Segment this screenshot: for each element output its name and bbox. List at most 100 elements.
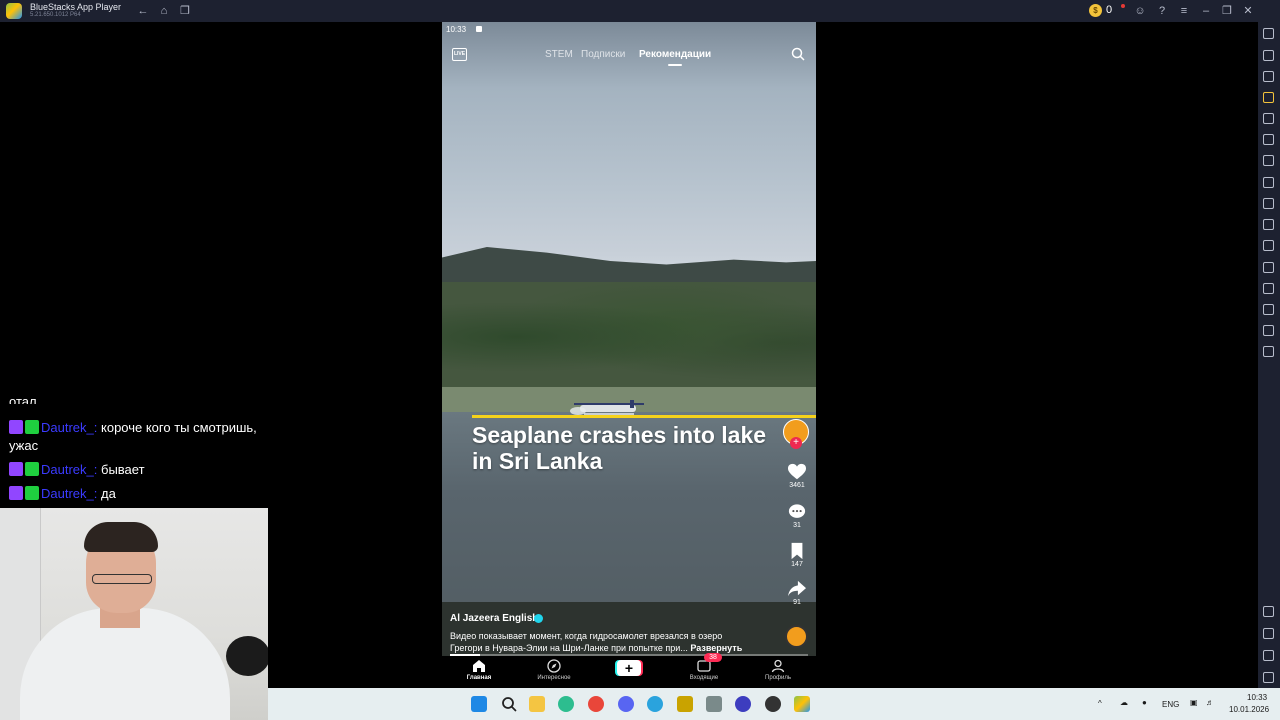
phone-screen[interactable]: 10:33 LIVE STEM Подписки Рекомендации Se… (442, 22, 816, 688)
edge-icon[interactable] (558, 696, 574, 712)
eco-mode-icon[interactable] (1263, 283, 1274, 294)
location-icon[interactable] (1263, 304, 1274, 315)
share-count: 91 (793, 599, 801, 606)
compass-icon (547, 659, 561, 673)
telegram-icon[interactable] (647, 696, 663, 712)
right-toolbar (1258, 22, 1280, 720)
performance-icon[interactable] (1263, 177, 1274, 188)
music-disc-icon[interactable] (785, 625, 808, 648)
obs-icon[interactable] (765, 696, 781, 712)
tray-date[interactable]: 10.01.2026 (1229, 705, 1269, 714)
tray-language[interactable]: ENG (1162, 700, 1179, 709)
chat-cut-line: отал (9, 394, 37, 404)
tray-chevron-icon[interactable]: ^ (1098, 699, 1102, 708)
description-text: Видео показывает момент, когда гидросамо… (450, 631, 723, 653)
minimize-icon[interactable]: – (1199, 4, 1213, 18)
back-icon[interactable] (1263, 628, 1274, 639)
like-button[interactable]: 3461 (785, 463, 809, 489)
save-count: 147 (791, 561, 803, 568)
tray-time[interactable]: 10:33 (1247, 693, 1267, 702)
app-window-icon[interactable] (706, 696, 722, 712)
game-controls-icon[interactable] (1263, 92, 1274, 103)
author-name[interactable]: Al Jazeera English (450, 613, 538, 624)
stream-chat: отал Dautrek_: короче кого ты смотришь, … (0, 394, 268, 503)
layers-icon[interactable] (1263, 325, 1274, 336)
chrome-icon[interactable] (588, 696, 604, 712)
chat-username: Dautrek_: (41, 420, 98, 435)
tab-for-you[interactable]: Рекомендации (639, 49, 711, 60)
windows-start-icon[interactable] (471, 696, 487, 712)
search-taskbar-icon[interactable] (501, 696, 517, 712)
chat-text: бывает (101, 462, 145, 477)
nav-inbox[interactable]: Входящие (674, 659, 734, 681)
gallery-icon[interactable] (1263, 240, 1274, 251)
help-icon[interactable]: ? (1155, 4, 1169, 18)
bottom-navigation: Главная Интересное + Входящие 38 Профиль (442, 653, 816, 688)
airplane-mode-icon[interactable] (1263, 262, 1274, 273)
comment-count: 31 (793, 522, 801, 529)
restore-icon[interactable]: ❐ (1220, 4, 1234, 18)
share-arrow-icon (788, 580, 806, 597)
comment-button[interactable]: 31 (785, 503, 809, 529)
tray-display-icon[interactable]: ▣ (1190, 698, 1198, 707)
inbox-badge: 38 (704, 653, 722, 662)
account-icon[interactable]: ☺ (1133, 4, 1147, 18)
recent-apps-icon[interactable] (1263, 672, 1274, 683)
tab-stem[interactable]: STEM (545, 49, 573, 60)
home-icon[interactable]: ⌂ (157, 4, 171, 18)
video-description: Видео показывает момент, когда гидросамо… (450, 630, 750, 654)
media-manager-icon[interactable] (1263, 71, 1274, 82)
search-icon[interactable] (791, 47, 805, 61)
create-button[interactable]: + (617, 660, 641, 676)
live-icon[interactable]: LIVE (452, 48, 467, 61)
expand-description-button[interactable]: Развернуть (690, 643, 742, 653)
tray-network-icon[interactable]: ☁ (1120, 698, 1128, 707)
video-forest (442, 282, 816, 392)
sync-icon[interactable] (1263, 346, 1274, 357)
save-button[interactable]: 147 (785, 542, 809, 568)
nav-home-label: Главная (466, 675, 492, 681)
tab-following[interactable]: Подписки (581, 49, 625, 60)
volume-icon[interactable] (1263, 50, 1274, 61)
video-headline: Seaplane crashes into lake in Sri Lanka (472, 422, 767, 474)
share-button[interactable]: 91 (785, 580, 809, 606)
webcam-person-glasses (92, 574, 152, 584)
menu-icon[interactable]: ≡ (1177, 4, 1191, 18)
close-icon[interactable]: ✕ (1241, 4, 1255, 18)
shake-icon[interactable] (1263, 134, 1274, 145)
macro-icon[interactable] (1263, 155, 1274, 166)
discord-icon[interactable] (618, 696, 634, 712)
nav-explore-label: Интересное (537, 675, 571, 681)
chat-text: да (101, 486, 116, 501)
webcam-feed (0, 508, 268, 720)
bluestacks-taskbar-icon[interactable] (794, 696, 810, 712)
fullscreen-icon[interactable] (1263, 28, 1274, 39)
back-arrow-icon[interactable]: ← (136, 4, 150, 18)
webcam-person-hair (84, 522, 158, 552)
active-tab-indicator (668, 64, 682, 66)
status-time: 10:33 (446, 25, 467, 34)
multi-instance-icon[interactable]: ❐ (178, 4, 192, 18)
nav-profile-label: Профиль (765, 675, 791, 681)
record-icon[interactable] (1263, 219, 1274, 230)
settings-icon[interactable] (1263, 606, 1274, 617)
follow-plus-icon[interactable]: + (790, 437, 802, 449)
comment-icon (788, 504, 806, 518)
file-explorer-icon[interactable] (529, 696, 545, 712)
screenshot-icon[interactable] (1263, 198, 1274, 209)
messenger-icon[interactable] (735, 696, 751, 712)
tray-volume-icon[interactable]: ♬ (1206, 698, 1214, 707)
coin-icon[interactable]: $ (1089, 4, 1102, 17)
twitch-badge-icon (9, 462, 23, 476)
android-home-icon[interactable] (1263, 650, 1274, 661)
app-yellow-icon[interactable] (677, 696, 693, 712)
nav-profile[interactable]: Профиль (748, 659, 808, 681)
notification-dot (1121, 4, 1125, 8)
tray-mic-icon[interactable]: ● (1142, 698, 1147, 707)
rotate-icon[interactable] (1263, 113, 1274, 124)
nav-home[interactable]: Главная (449, 659, 509, 681)
check-badge-icon (25, 420, 39, 434)
nav-explore[interactable]: Интересное (524, 659, 584, 681)
windows-taskbar: ^ ☁ ● ENG ▣ ♬ 10:33 10.01.2026 (268, 688, 1280, 720)
title-bar: BlueStacks App Player 5.21.650.1012 P64 … (0, 0, 1280, 22)
